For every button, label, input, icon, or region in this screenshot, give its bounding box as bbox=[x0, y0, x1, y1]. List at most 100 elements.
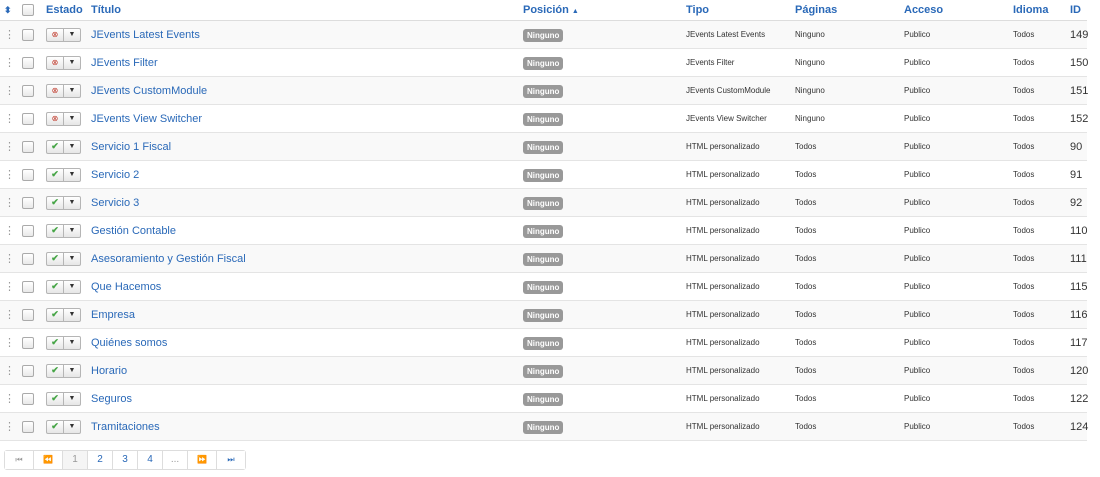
header-id[interactable]: ID bbox=[1066, 0, 1087, 21]
module-title-link[interactable]: Horario bbox=[91, 365, 127, 377]
toggle-status-button[interactable]: ⊗ bbox=[46, 83, 64, 98]
toggle-status-button[interactable]: ✔ bbox=[46, 167, 64, 182]
toggle-status-button[interactable]: ✔ bbox=[46, 419, 64, 434]
pagination-page-1[interactable]: 1 bbox=[63, 451, 88, 469]
module-title-link[interactable]: JEvents View Switcher bbox=[91, 113, 202, 125]
actions-dropdown-button[interactable]: ▼ bbox=[64, 195, 81, 210]
row-checkbox[interactable] bbox=[22, 252, 34, 265]
drag-handle-icon[interactable]: ⋮ bbox=[4, 225, 15, 237]
header-paginas[interactable]: Páginas bbox=[791, 0, 900, 21]
header-acceso[interactable]: Acceso bbox=[900, 0, 1009, 21]
toggle-status-button[interactable]: ✔ bbox=[46, 223, 64, 238]
toggle-status-button[interactable]: ✔ bbox=[46, 391, 64, 406]
actions-dropdown-button[interactable]: ▼ bbox=[64, 363, 81, 378]
row-checkbox[interactable] bbox=[22, 28, 34, 41]
module-title-link[interactable]: Seguros bbox=[91, 393, 132, 405]
actions-dropdown-button[interactable]: ▼ bbox=[64, 223, 81, 238]
toggle-status-button[interactable]: ⊗ bbox=[46, 111, 64, 126]
toggle-status-button[interactable]: ✔ bbox=[46, 251, 64, 266]
pagination-end-button[interactable]: ⏭ bbox=[217, 451, 245, 469]
pagination-page-2[interactable]: 2 bbox=[88, 451, 113, 469]
module-title-link[interactable]: JEvents Filter bbox=[91, 57, 158, 69]
status-cell: ✔ ▼ bbox=[42, 132, 87, 161]
module-title-link[interactable]: JEvents CustomModule bbox=[91, 85, 207, 97]
actions-dropdown-button[interactable]: ▼ bbox=[64, 419, 81, 434]
module-title-link[interactable]: Empresa bbox=[91, 309, 135, 321]
module-title-link[interactable]: Servicio 1 Fiscal bbox=[91, 141, 171, 153]
toggle-status-button[interactable]: ✔ bbox=[46, 363, 64, 378]
drag-handle-icon[interactable]: ⋮ bbox=[4, 85, 15, 97]
drag-handle-icon[interactable]: ⋮ bbox=[4, 421, 15, 433]
row-checkbox[interactable] bbox=[22, 84, 34, 97]
row-checkbox[interactable] bbox=[22, 420, 34, 433]
row-checkbox[interactable] bbox=[22, 112, 34, 125]
pages-cell: Ninguno bbox=[791, 104, 900, 133]
row-checkbox[interactable] bbox=[22, 224, 34, 237]
module-title-link[interactable]: Gestión Contable bbox=[91, 225, 176, 237]
header-titulo[interactable]: Título bbox=[87, 0, 519, 21]
pagination-start-button[interactable]: ⏮ bbox=[5, 451, 34, 469]
header-posicion[interactable]: Posición ▲ bbox=[519, 0, 682, 21]
ordering-sort-header[interactable]: ⬍ bbox=[0, 0, 18, 21]
toggle-status-button[interactable]: ✔ bbox=[46, 335, 64, 350]
toggle-status-button[interactable]: ⊗ bbox=[46, 27, 64, 42]
row-checkbox[interactable] bbox=[22, 336, 34, 349]
drag-handle-icon[interactable]: ⋮ bbox=[4, 393, 15, 405]
actions-dropdown-button[interactable]: ▼ bbox=[64, 139, 81, 154]
module-title-link[interactable]: Servicio 3 bbox=[91, 197, 139, 209]
module-title-link[interactable]: Tramitaciones bbox=[91, 421, 160, 433]
drag-handle-icon[interactable]: ⋮ bbox=[4, 197, 15, 209]
pagination-page-3[interactable]: 3 bbox=[113, 451, 138, 469]
actions-dropdown-button[interactable]: ▼ bbox=[64, 251, 81, 266]
row-checkbox[interactable] bbox=[22, 308, 34, 321]
select-all-checkbox[interactable] bbox=[22, 4, 34, 17]
toggle-status-button[interactable]: ✔ bbox=[46, 195, 64, 210]
row-checkbox[interactable] bbox=[22, 364, 34, 377]
pagination-page-4[interactable]: 4 bbox=[138, 451, 163, 469]
id-cell: 152 bbox=[1066, 104, 1088, 133]
published-check-icon: ✔ bbox=[51, 393, 59, 403]
drag-handle-icon[interactable]: ⋮ bbox=[4, 113, 15, 125]
caret-down-icon: ▼ bbox=[68, 255, 76, 262]
module-title-link[interactable]: Asesoramiento y Gestión Fiscal bbox=[91, 253, 246, 265]
row-checkbox[interactable] bbox=[22, 196, 34, 209]
actions-dropdown-button[interactable]: ▼ bbox=[64, 55, 81, 70]
actions-dropdown-button[interactable]: ▼ bbox=[64, 27, 81, 42]
header-idioma[interactable]: Idioma bbox=[1009, 0, 1066, 21]
status-button-group: ✔ ▼ bbox=[46, 251, 81, 266]
row-checkbox[interactable] bbox=[22, 392, 34, 405]
actions-dropdown-button[interactable]: ▼ bbox=[64, 279, 81, 294]
row-checkbox[interactable] bbox=[22, 280, 34, 293]
toggle-status-button[interactable]: ✔ bbox=[46, 279, 64, 294]
pagination-next-button[interactable]: ⏩ bbox=[188, 451, 217, 469]
row-checkbox[interactable] bbox=[22, 168, 34, 181]
module-title-link[interactable]: Quiénes somos bbox=[91, 337, 167, 349]
row-checkbox[interactable] bbox=[22, 56, 34, 69]
module-title-link[interactable]: Que Hacemos bbox=[91, 281, 161, 293]
header-estado[interactable]: Estado bbox=[42, 0, 87, 21]
toggle-status-button[interactable]: ✔ bbox=[46, 139, 64, 154]
actions-dropdown-button[interactable]: ▼ bbox=[64, 335, 81, 350]
actions-dropdown-button[interactable]: ▼ bbox=[64, 111, 81, 126]
pagination-prev-button[interactable]: ⏪ bbox=[34, 451, 63, 469]
toggle-status-button[interactable]: ⊗ bbox=[46, 55, 64, 70]
drag-handle-icon[interactable]: ⋮ bbox=[4, 141, 15, 153]
drag-handle-icon[interactable]: ⋮ bbox=[4, 253, 15, 265]
actions-dropdown-button[interactable]: ▼ bbox=[64, 167, 81, 182]
drag-handle-icon[interactable]: ⋮ bbox=[4, 337, 15, 349]
header-tipo[interactable]: Tipo bbox=[682, 0, 791, 21]
drag-handle-icon[interactable]: ⋮ bbox=[4, 57, 15, 69]
actions-dropdown-button[interactable]: ▼ bbox=[64, 307, 81, 322]
module-title-link[interactable]: Servicio 2 bbox=[91, 169, 139, 181]
actions-dropdown-button[interactable]: ▼ bbox=[64, 391, 81, 406]
position-badge: Ninguno bbox=[523, 420, 564, 434]
module-title-link[interactable]: JEvents Latest Events bbox=[91, 29, 200, 41]
drag-handle-icon[interactable]: ⋮ bbox=[4, 365, 15, 377]
drag-handle-icon[interactable]: ⋮ bbox=[4, 29, 15, 41]
drag-handle-icon[interactable]: ⋮ bbox=[4, 169, 15, 181]
toggle-status-button[interactable]: ✔ bbox=[46, 307, 64, 322]
drag-handle-icon[interactable]: ⋮ bbox=[4, 309, 15, 321]
actions-dropdown-button[interactable]: ▼ bbox=[64, 83, 81, 98]
row-checkbox[interactable] bbox=[22, 140, 34, 153]
drag-handle-icon[interactable]: ⋮ bbox=[4, 281, 15, 293]
